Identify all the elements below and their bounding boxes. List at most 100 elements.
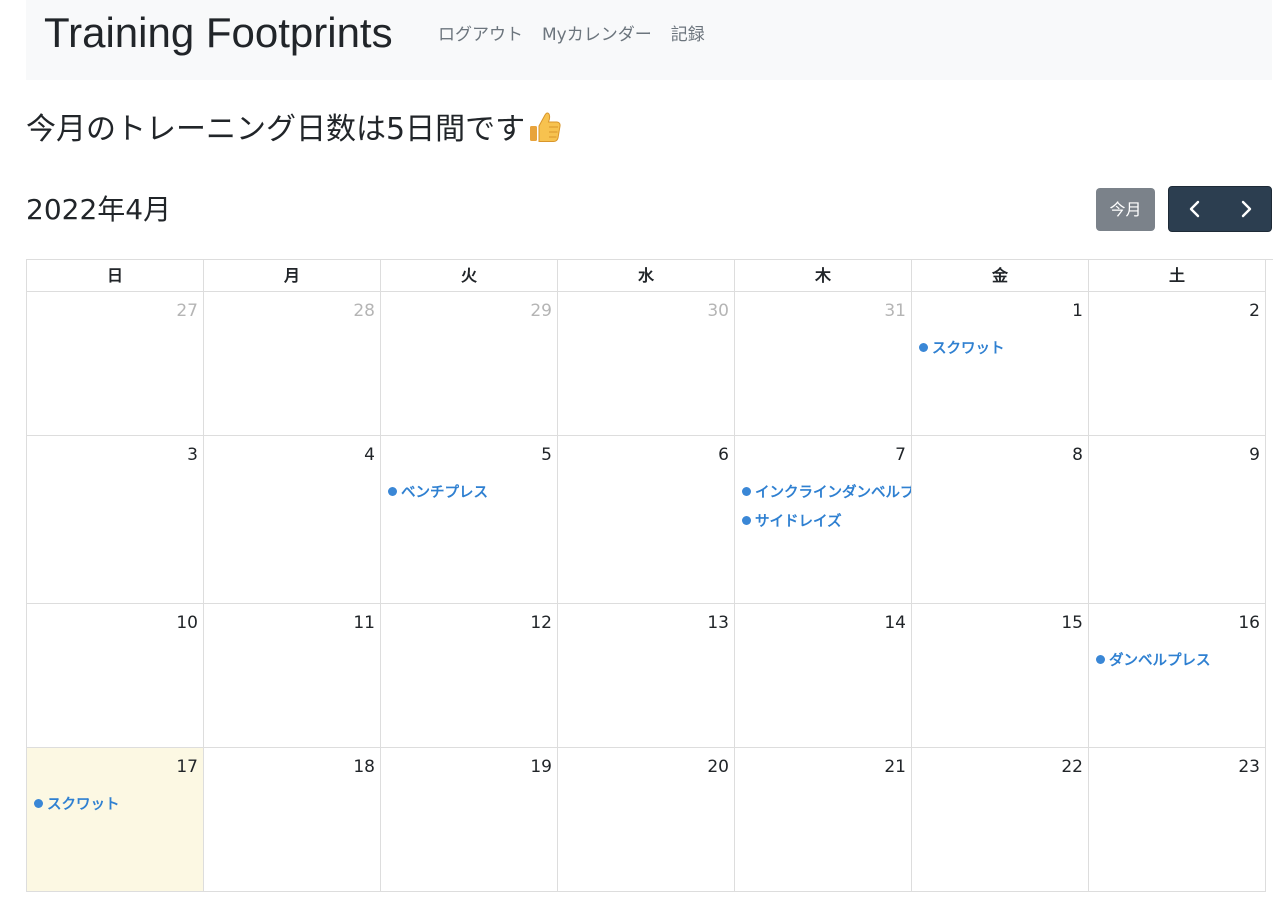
- nav-link-records[interactable]: 記録: [671, 24, 705, 46]
- day-events: ダンベルプレス: [1096, 645, 1265, 674]
- calendar-week-row: 27 28 29 30 31 1 スクワット 2: [27, 292, 1273, 436]
- calendar-day-cell[interactable]: 21: [735, 748, 912, 892]
- day-number[interactable]: 11: [353, 612, 375, 634]
- thumbs-up-icon: [527, 109, 563, 145]
- calendar-day-cell[interactable]: 11: [204, 604, 381, 748]
- day-number[interactable]: 3: [187, 444, 198, 466]
- day-number[interactable]: 14: [884, 612, 906, 634]
- calendar-event[interactable]: スクワット: [34, 789, 203, 818]
- calendar-day-cell[interactable]: 22: [912, 748, 1089, 892]
- nav-link-my-calendar[interactable]: Myカレンダー: [542, 24, 652, 46]
- calendar-day-cell[interactable]: 13: [558, 604, 735, 748]
- weekday-wed: 水: [558, 260, 735, 292]
- day-number[interactable]: 27: [176, 300, 198, 322]
- chevron-left-icon: [1189, 200, 1199, 218]
- calendar-day-cell[interactable]: 28: [204, 292, 381, 436]
- event-title: スクワット: [932, 341, 1005, 357]
- calendar-week-row: 3 4 5 ベンチプレス 6 7 インクラインダンベルプ サイドレイズ 8 9: [27, 436, 1273, 604]
- day-number[interactable]: 15: [1061, 612, 1083, 634]
- brand-link[interactable]: Training Footprints: [44, 8, 393, 58]
- nav-links: ログアウト Myカレンダー 記録: [438, 24, 724, 46]
- day-number[interactable]: 19: [530, 756, 552, 778]
- calendar-day-cell[interactable]: 9: [1089, 436, 1266, 604]
- day-number[interactable]: 5: [541, 444, 552, 466]
- event-title: サイドレイズ: [755, 514, 842, 530]
- day-number[interactable]: 29: [530, 300, 552, 322]
- calendar-day-cell[interactable]: 14: [735, 604, 912, 748]
- calendar-day-cell[interactable]: 12: [381, 604, 558, 748]
- day-number[interactable]: 13: [707, 612, 729, 634]
- day-events: スクワット: [919, 333, 1088, 362]
- day-number[interactable]: 17: [176, 756, 198, 778]
- calendar-day-cell[interactable]: 7 インクラインダンベルプ サイドレイズ: [735, 436, 912, 604]
- day-number[interactable]: 6: [718, 444, 729, 466]
- calendar-day-cell-today[interactable]: 17 スクワット: [27, 748, 204, 892]
- calendar-day-cell[interactable]: 18: [204, 748, 381, 892]
- day-number[interactable]: 9: [1249, 444, 1260, 466]
- day-number[interactable]: 21: [884, 756, 906, 778]
- day-number[interactable]: 2: [1249, 300, 1260, 322]
- day-number[interactable]: 16: [1238, 612, 1260, 634]
- day-number[interactable]: 20: [707, 756, 729, 778]
- calendar-event[interactable]: スクワット: [919, 333, 1088, 362]
- calendar-day-cell[interactable]: 10: [27, 604, 204, 748]
- day-number[interactable]: 8: [1072, 444, 1083, 466]
- calendar-day-cell[interactable]: 2: [1089, 292, 1266, 436]
- calendar-day-cell[interactable]: 31: [735, 292, 912, 436]
- today-button[interactable]: 今月: [1096, 188, 1155, 231]
- event-dot-icon: [742, 487, 751, 496]
- calendar-day-cell[interactable]: 5 ベンチプレス: [381, 436, 558, 604]
- calendar-day-cell[interactable]: 30: [558, 292, 735, 436]
- day-number[interactable]: 22: [1061, 756, 1083, 778]
- day-events: スクワット: [34, 789, 203, 818]
- event-dot-icon: [34, 799, 43, 808]
- calendar-day-cell[interactable]: 8: [912, 436, 1089, 604]
- month-nav-group: [1168, 186, 1272, 232]
- prev-month-button[interactable]: [1169, 187, 1220, 231]
- calendar-event[interactable]: ダンベルプレス: [1096, 645, 1265, 674]
- day-number[interactable]: 18: [353, 756, 375, 778]
- event-dot-icon: [1096, 655, 1105, 664]
- training-summary: 今月のトレーニング日数は5日間です: [26, 108, 563, 152]
- calendar-day-cell[interactable]: 1 スクワット: [912, 292, 1089, 436]
- event-title: ダンベルプレス: [1109, 653, 1211, 669]
- day-number[interactable]: 31: [884, 300, 906, 322]
- day-events: インクラインダンベルプ サイドレイズ: [742, 477, 911, 535]
- event-dot-icon: [742, 516, 751, 525]
- event-title: スクワット: [47, 797, 120, 813]
- calendar-day-cell[interactable]: 16 ダンベルプレス: [1089, 604, 1266, 748]
- day-number[interactable]: 4: [364, 444, 375, 466]
- weekday-header: 日 月 火 水 木 金 土: [27, 260, 1273, 292]
- calendar-event[interactable]: サイドレイズ: [742, 506, 911, 535]
- weekday-sat: 土: [1089, 260, 1266, 292]
- weekday-sun: 日: [27, 260, 204, 292]
- calendar-day-cell[interactable]: 27: [27, 292, 204, 436]
- weekday-tue: 火: [381, 260, 558, 292]
- calendar-day-cell[interactable]: 29: [381, 292, 558, 436]
- chevron-right-icon: [1241, 200, 1251, 218]
- next-month-button[interactable]: [1220, 187, 1271, 231]
- day-number[interactable]: 10: [176, 612, 198, 634]
- event-title: インクラインダンベルプ: [755, 485, 911, 501]
- calendar-day-cell[interactable]: 19: [381, 748, 558, 892]
- weekday-mon: 月: [204, 260, 381, 292]
- day-number[interactable]: 28: [353, 300, 375, 322]
- calendar-week-row: 17 スクワット 18 19 20 21 22 23: [27, 748, 1273, 892]
- calendar-event[interactable]: ベンチプレス: [388, 477, 557, 506]
- event-title: ベンチプレス: [401, 485, 488, 501]
- calendar-event[interactable]: インクラインダンベルプ: [742, 477, 911, 506]
- event-dot-icon: [388, 487, 397, 496]
- day-number[interactable]: 12: [530, 612, 552, 634]
- calendar-day-cell[interactable]: 4: [204, 436, 381, 604]
- day-number[interactable]: 7: [895, 444, 906, 466]
- day-number[interactable]: 1: [1072, 300, 1083, 322]
- calendar-day-cell[interactable]: 23: [1089, 748, 1266, 892]
- day-number[interactable]: 23: [1238, 756, 1260, 778]
- day-events: ベンチプレス: [388, 477, 557, 506]
- nav-link-logout[interactable]: ログアウト: [438, 24, 523, 46]
- calendar-day-cell[interactable]: 6: [558, 436, 735, 604]
- day-number[interactable]: 30: [707, 300, 729, 322]
- calendar-day-cell[interactable]: 20: [558, 748, 735, 892]
- calendar-day-cell[interactable]: 3: [27, 436, 204, 604]
- calendar-day-cell[interactable]: 15: [912, 604, 1089, 748]
